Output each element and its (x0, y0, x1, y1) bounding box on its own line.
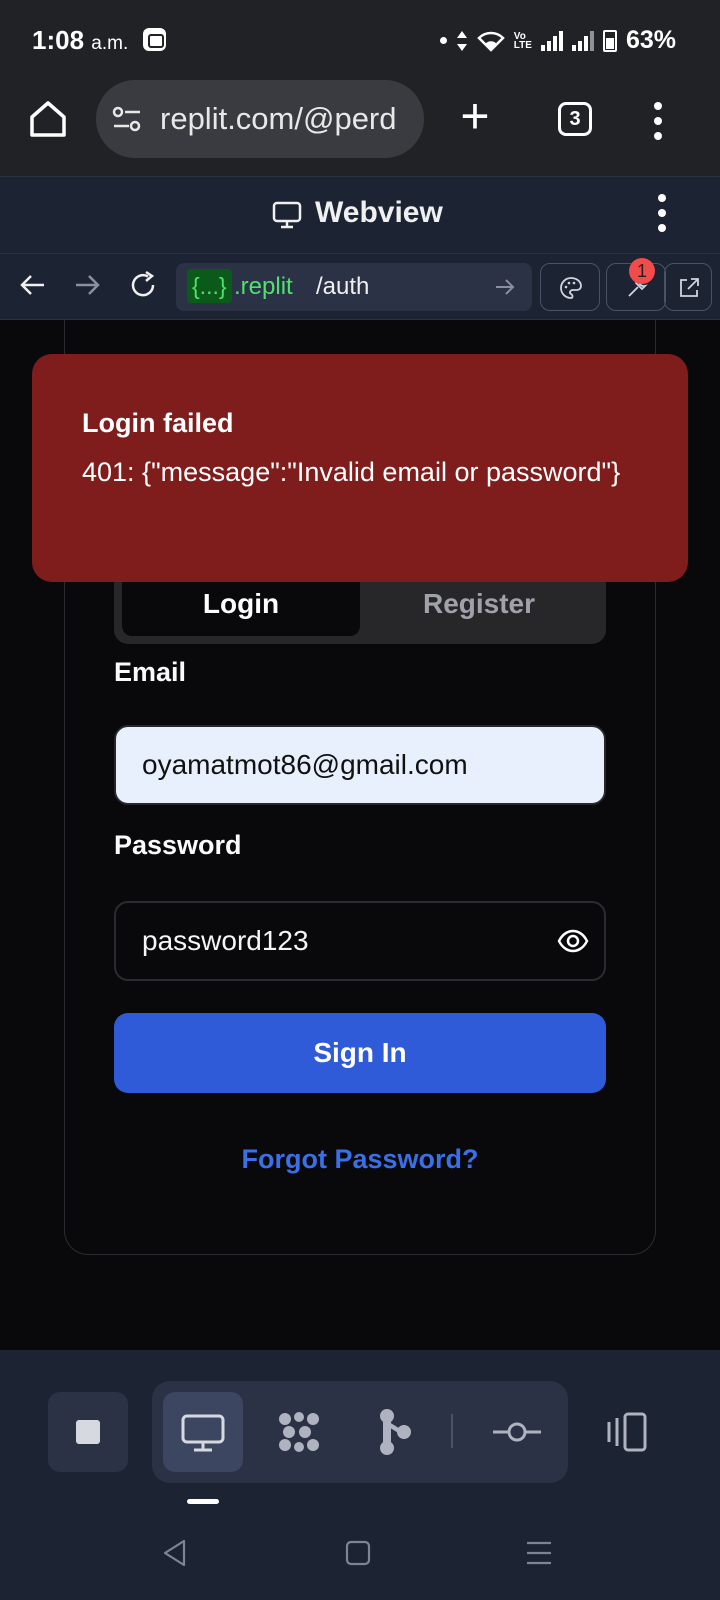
status-time-value: 1:08 (32, 25, 85, 55)
toast-message: 401: {"message":"Invalid email or passwo… (82, 457, 621, 487)
dock-commit-button[interactable] (477, 1392, 557, 1472)
webview-address-row: {...} .replit /auth (0, 254, 720, 320)
commit-icon (493, 1422, 541, 1442)
tab-switcher-button[interactable]: 3 (558, 102, 592, 136)
forgot-password-link[interactable]: Forgot Password? (114, 1144, 606, 1175)
browser-url-bar[interactable]: replit.com/@perd (96, 80, 424, 158)
dock-webview-button[interactable] (163, 1392, 243, 1472)
email-field[interactable]: oyamatmot86@gmail.com (114, 725, 606, 805)
error-toast[interactable]: Login failed 401: {"message":"Invalid em… (32, 354, 688, 582)
webview-header: Webview (0, 176, 720, 254)
agent-dots-icon (279, 1412, 319, 1452)
dock-git-button[interactable] (354, 1392, 434, 1472)
home-icon[interactable] (26, 97, 70, 141)
external-link-icon (680, 278, 699, 297)
open-external-button[interactable] (664, 263, 712, 311)
palette-icon (560, 277, 582, 299)
webview-title: Webview (315, 196, 443, 229)
branch-icon (380, 1409, 411, 1455)
system-nav-bar (0, 1512, 720, 1600)
devtools-badge: 1 (629, 258, 655, 284)
notification-app-icon (143, 28, 166, 51)
signal-1-icon (540, 30, 563, 51)
browser-menu-icon[interactable] (654, 102, 662, 147)
status-bar: 1:08 a.m. Vo LTE 63% (0, 0, 720, 80)
sign-in-button[interactable]: Sign In (114, 1013, 606, 1093)
battery-icon (602, 29, 617, 52)
browser-url-text: replit.com/@perd (160, 101, 397, 136)
forward-arrow-icon[interactable] (72, 270, 102, 300)
show-password-icon[interactable] (557, 925, 589, 957)
notification-dot-icon (439, 37, 447, 44)
password-field[interactable]: password123 (114, 901, 606, 981)
email-label: Email (114, 657, 187, 687)
back-arrow-icon[interactable] (18, 270, 48, 300)
palette-button[interactable] (540, 263, 600, 311)
monitor-icon (272, 201, 302, 229)
status-icons: Vo LTE 63% (439, 26, 676, 55)
status-time: 1:08 a.m. (32, 25, 128, 56)
browser-toolbar: replit.com/@perd + 3 (0, 80, 720, 176)
wifi-icon (477, 31, 505, 52)
site-settings-icon[interactable] (112, 105, 142, 133)
signal-2-icon (571, 30, 594, 51)
active-tab-indicator (187, 1499, 219, 1504)
new-tab-button[interactable]: + (455, 91, 495, 141)
dock-split-view-button[interactable] (591, 1392, 671, 1472)
reload-icon[interactable] (128, 270, 158, 300)
go-arrow-icon[interactable] (494, 277, 516, 297)
webview-address-field[interactable]: {...} .replit /auth (176, 263, 532, 311)
stop-icon (76, 1420, 100, 1444)
address-path: /auth (316, 273, 370, 300)
battery-percent: 63% (625, 26, 676, 54)
stop-button[interactable] (48, 1392, 128, 1472)
address-brace: {...} (187, 269, 232, 303)
toast-title: Login failed (82, 408, 234, 438)
status-time-ampm: a.m. (91, 33, 129, 54)
dock-agent-button[interactable] (259, 1392, 339, 1472)
monitor-icon (181, 1414, 225, 1452)
webview-menu-icon[interactable] (658, 194, 666, 239)
split-view-icon (607, 1412, 647, 1452)
address-domain: .replit (234, 273, 293, 300)
nav-home-icon[interactable] (343, 1538, 373, 1568)
volte-icon: Vo LTE (513, 30, 532, 51)
dock-divider (451, 1414, 453, 1448)
data-arrows-icon (456, 30, 467, 51)
nav-back-icon[interactable] (160, 1538, 190, 1568)
nav-recents-icon[interactable] (524, 1538, 554, 1568)
password-label: Password (114, 830, 242, 860)
